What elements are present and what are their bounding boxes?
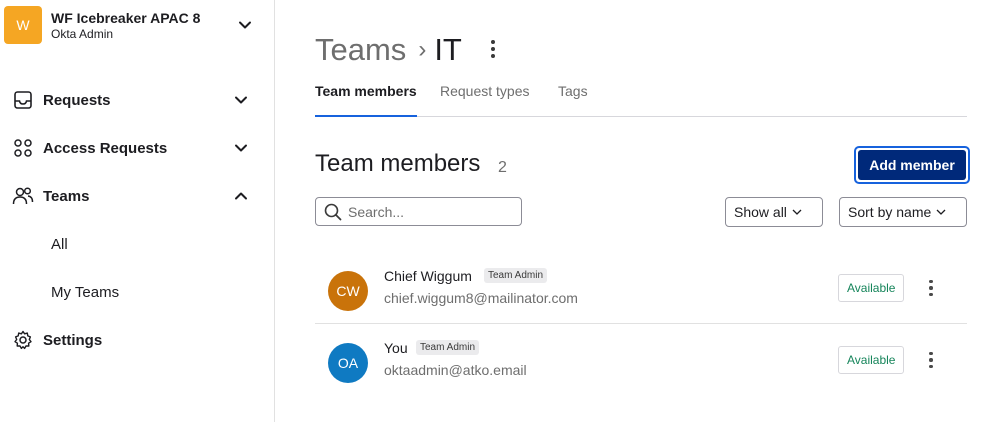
role-badge: Team Admin [416,340,480,355]
section-title: Team members [315,150,481,177]
tab-tags[interactable]: Tags [558,83,588,117]
sidebar-item-teams[interactable]: Teams [12,181,262,211]
sidebar-item-label: Requests [43,91,111,109]
chevron-down-icon [235,96,247,104]
more-options-icon[interactable] [486,38,500,60]
avatar: CW [328,271,368,311]
sidebar-item-access-requests[interactable]: Access Requests [12,133,262,163]
search-field[interactable] [315,197,522,226]
sidebar-item-label: Access Requests [43,139,168,157]
org-switcher[interactable]: W WF Icebreaker APAC 8 Okta Admin [4,4,270,46]
avatar: OA [328,343,368,383]
people-icon [12,185,34,207]
page-title: IT [434,32,462,67]
role-badge: Team Admin [484,268,548,283]
filter-select[interactable]: Show all [725,197,823,227]
tab-request-types[interactable]: Request types [440,83,530,117]
sidebar-subitem-my-teams[interactable]: My Teams [51,284,119,301]
inbox-icon [12,89,34,111]
status-badge: Available [838,274,905,302]
chevron-down-icon [792,209,802,215]
chevron-down-icon [936,209,946,215]
breadcrumb-parent-link[interactable]: Teams [315,32,406,68]
sort-select-value: Sort by name [848,204,932,220]
member-email: oktaadmin@atko.email [384,362,527,378]
chevron-down-icon [235,144,247,152]
sidebar: W WF Icebreaker APAC 8 Okta Admin Reques… [0,0,275,422]
sidebar-item-label: Teams [43,187,90,205]
chevron-down-icon[interactable] [236,16,254,34]
sidebar-item-settings[interactable]: Settings [12,325,262,355]
chevron-up-icon [235,192,247,200]
member-count: 2 [498,159,507,176]
member-name: You [384,340,408,356]
sidebar-subitem-all[interactable]: All [51,236,68,253]
org-avatar: W [4,6,42,44]
circles-grid-icon [12,137,34,159]
member-email: chief.wiggum8@mailinator.com [384,290,578,306]
sidebar-item-label: Settings [43,331,103,349]
add-member-button-label: Add member [858,150,966,180]
member-row[interactable]: CW Chief Wiggum Team Admin chief.wiggum8… [315,254,967,324]
member-name: Chief Wiggum [384,268,472,284]
tab-team-members[interactable]: Team members [315,83,417,117]
more-options-icon[interactable] [924,350,938,370]
search-input[interactable] [348,203,508,220]
sidebar-item-requests[interactable]: Requests [12,85,262,115]
filter-select-value: Show all [734,204,787,220]
main-content: Teams › IT Team members Request types Ta… [276,0,999,422]
breadcrumb: Teams › IT [315,30,462,70]
status-badge: Available [838,346,905,374]
gear-icon [12,329,34,351]
more-options-icon[interactable] [924,278,938,298]
sort-select[interactable]: Sort by name [839,197,967,227]
add-member-button[interactable]: Add member [854,146,970,184]
member-row[interactable]: OA You Team Admin oktaadmin@atko.email A… [315,326,967,396]
tab-bar: Team members Request types Tags [315,80,967,117]
search-icon [324,203,342,220]
breadcrumb-separator: › [418,36,427,63]
